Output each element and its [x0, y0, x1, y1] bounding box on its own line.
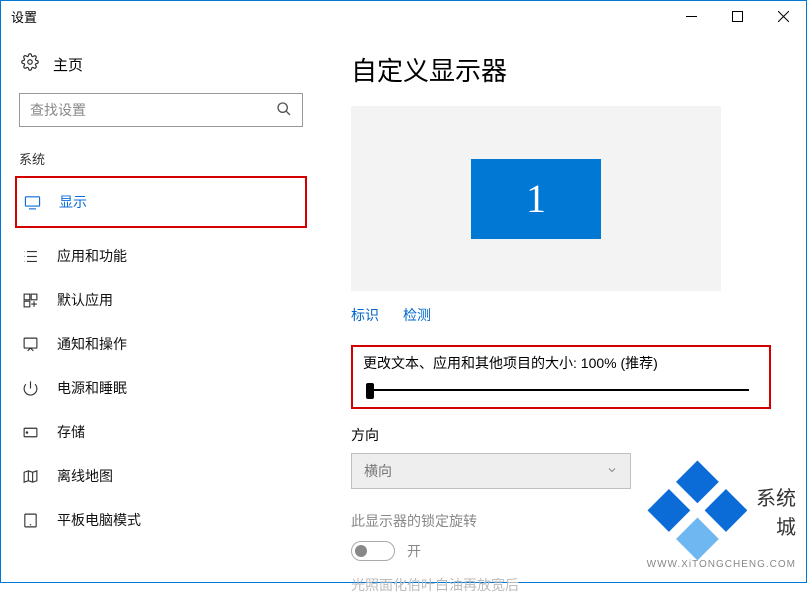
sidebar-item-tablet[interactable]: 平板电脑模式: [19, 498, 303, 542]
watermark: 系统城 WWW.XiTONGCHENG.COM: [647, 460, 796, 570]
search-box[interactable]: [19, 93, 303, 127]
gear-icon: [21, 53, 39, 75]
sidebar-item-notifications[interactable]: 通知和操作: [19, 322, 303, 366]
storage-icon: [21, 424, 39, 441]
scale-label: 更改文本、应用和其他项目的大小: 100% (推荐): [363, 353, 759, 373]
maximize-button[interactable]: [714, 1, 760, 33]
sidebar-item-default-apps[interactable]: 默认应用: [19, 278, 303, 322]
sidebar: 主页 系统 显示 应: [1, 33, 321, 582]
orientation-value: 横向: [364, 461, 392, 481]
sidebar-item-power[interactable]: 电源和睡眠: [19, 366, 303, 410]
search-input[interactable]: [30, 102, 276, 118]
chevron-down-icon: [606, 463, 618, 479]
titlebar: 设置: [1, 1, 806, 33]
home-link[interactable]: 主页: [19, 53, 303, 75]
sidebar-item-label: 离线地图: [57, 466, 113, 486]
sidebar-item-label: 存储: [57, 422, 85, 442]
category-label: 系统: [19, 149, 303, 168]
sidebar-item-label: 应用和功能: [57, 246, 127, 266]
monitor-icon: [23, 194, 41, 211]
map-icon: [21, 468, 39, 485]
window-title: 设置: [11, 7, 37, 26]
notifications-icon: [21, 336, 39, 353]
slider-thumb[interactable]: [366, 383, 374, 399]
slider-track-line: [369, 389, 749, 391]
orientation-label: 方向: [351, 425, 806, 445]
tablet-icon: [21, 512, 39, 529]
power-icon: [21, 380, 39, 397]
annotation-highlight-display: 显示: [15, 176, 307, 228]
close-button[interactable]: [760, 1, 806, 33]
sidebar-item-label: 默认应用: [57, 290, 113, 310]
sidebar-item-apps[interactable]: 应用和功能: [19, 234, 303, 278]
watermark-logo-icon: [647, 460, 748, 561]
annotation-highlight-scale: 更改文本、应用和其他项目的大小: 100% (推荐): [351, 345, 771, 409]
sidebar-item-storage[interactable]: 存储: [19, 410, 303, 454]
sidebar-item-display[interactable]: 显示: [21, 180, 301, 224]
sidebar-item-label: 平板电脑模式: [57, 510, 141, 530]
toggle-label: 开: [407, 541, 421, 561]
truncated-text: 光照面化伯叶白油再放宽后: [351, 575, 806, 595]
sidebar-item-label: 通知和操作: [57, 334, 127, 354]
sidebar-item-label: 显示: [59, 192, 87, 212]
settings-window: 设置 主页 系统: [0, 0, 807, 583]
detect-link[interactable]: 检测: [403, 305, 431, 325]
watermark-sub: WWW.XiTONGCHENG.COM: [647, 559, 796, 570]
lock-rotation-toggle[interactable]: [351, 541, 395, 561]
defaults-icon: [21, 292, 39, 309]
identify-link[interactable]: 标识: [351, 305, 379, 325]
search-icon: [276, 101, 292, 120]
sidebar-item-label: 电源和睡眠: [57, 378, 127, 398]
scale-slider[interactable]: [363, 383, 759, 397]
monitor-1[interactable]: 1: [471, 159, 601, 239]
page-title: 自定义显示器: [351, 51, 806, 88]
home-label: 主页: [53, 54, 83, 75]
monitor-preview-area[interactable]: 1: [351, 106, 721, 291]
minimize-button[interactable]: [668, 1, 714, 33]
monitor-number: 1: [526, 175, 546, 222]
sidebar-item-maps[interactable]: 离线地图: [19, 454, 303, 498]
orientation-dropdown[interactable]: 横向: [351, 453, 631, 489]
toggle-knob: [355, 545, 367, 557]
list-icon: [21, 248, 39, 265]
watermark-text: 系统城: [755, 482, 796, 540]
